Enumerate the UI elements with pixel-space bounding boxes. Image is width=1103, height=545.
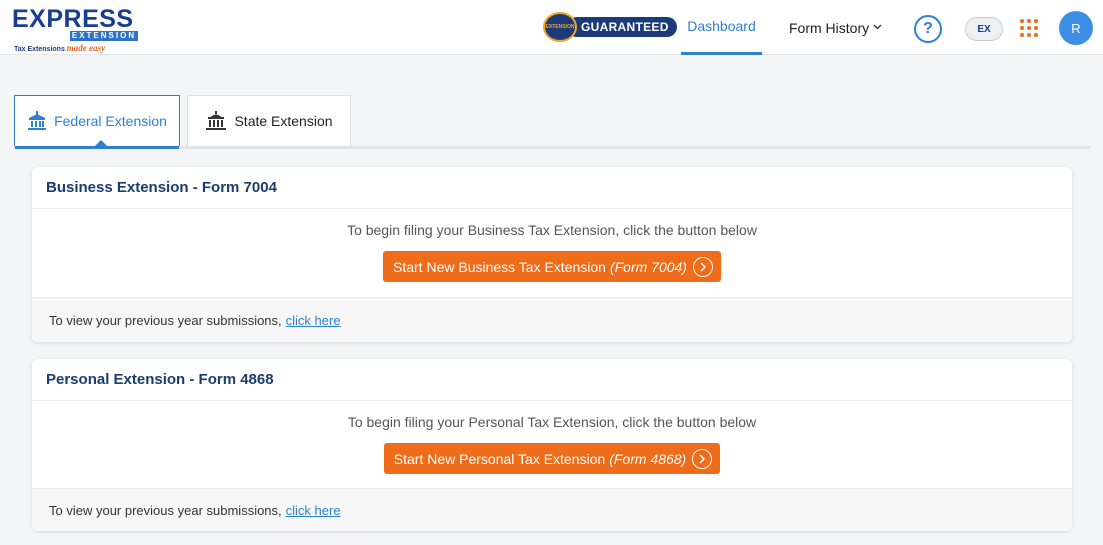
business-extension-card: Business Extension - Form 7004 To begin … [32,167,1072,342]
extension-tabs: Federal Extension State Extension [14,95,1091,149]
card-body: To begin filing your Personal Tax Extens… [32,401,1072,488]
card-footer: To view your previous year submissions, … [32,488,1072,531]
button-form: (Form 4868) [609,450,687,467]
ex-cloud-icon[interactable]: EX [965,17,1003,41]
chevron-right-circle-icon [692,448,713,469]
personal-extension-card: Personal Extension - Form 4868 To begin … [32,359,1072,531]
nav-form-history[interactable]: Form History [789,0,882,55]
button-form: (Form 7004) [609,258,687,275]
previous-submissions-link[interactable]: click here [286,313,341,328]
card-footer: To view your previous year submissions, … [32,297,1072,342]
tab-state-label: State Extension [234,113,333,129]
express-extension-logo[interactable]: EXPRESS EXTENSION Tax Extensions made ea… [12,5,138,53]
card-message: To begin filing your Business Tax Extens… [347,222,757,238]
extension-seal-icon: EXTENSION [543,12,577,42]
logo-tagline-script: made easy [66,43,106,53]
button-label: Start New Business Tax Extension [393,258,606,275]
chevron-down-icon [873,22,882,33]
start-business-extension-button[interactable]: Start New Business Tax Extension (Form 7… [383,251,721,282]
guaranteed-badge: EXTENSION GUARANTEED [543,12,677,42]
card-message: To begin filing your Personal Tax Extens… [347,414,757,430]
chevron-right-circle-icon [692,256,713,277]
help-question-icon[interactable]: ? [914,15,942,43]
apps-grid-icon[interactable] [1020,19,1040,39]
start-personal-extension-button[interactable]: Start New Personal Tax Extension (Form 4… [383,443,721,474]
federal-building-icon [27,111,47,131]
tab-federal-label: Federal Extension [54,113,167,129]
button-label: Start New Personal Tax Extension [393,450,606,467]
seal-text: EXTENSION [545,24,575,30]
card-body: To begin filing your Business Tax Extens… [32,209,1072,297]
ex-cloud-label: EX [977,23,991,35]
footer-text: To view your previous year submissions, [49,502,282,518]
active-tab-caret [95,140,107,146]
user-avatar[interactable]: R [1059,11,1093,45]
nav-dashboard[interactable]: Dashboard [681,0,762,55]
logo-tagline-text: Tax Extensions [14,46,65,53]
card-title: Business Extension - Form 7004 [32,167,1072,209]
card-title: Personal Extension - Form 4868 [32,359,1072,401]
logo-brand: EXPRESS [12,5,134,33]
logo-tagline: Tax Extensions made easy [14,43,105,53]
tab-federal-extension[interactable]: Federal Extension [14,95,180,149]
state-building-icon [205,111,227,131]
top-header: EXPRESS EXTENSION Tax Extensions made ea… [0,0,1103,55]
tab-state-extension[interactable]: State Extension [187,95,351,146]
footer-text: To view your previous year submissions, [49,312,282,328]
logo-sub-brand: EXTENSION [70,31,138,41]
guaranteed-label: GUARANTEED [567,17,677,37]
previous-submissions-link[interactable]: click here [286,503,341,518]
nav-form-history-label: Form History [789,19,870,36]
